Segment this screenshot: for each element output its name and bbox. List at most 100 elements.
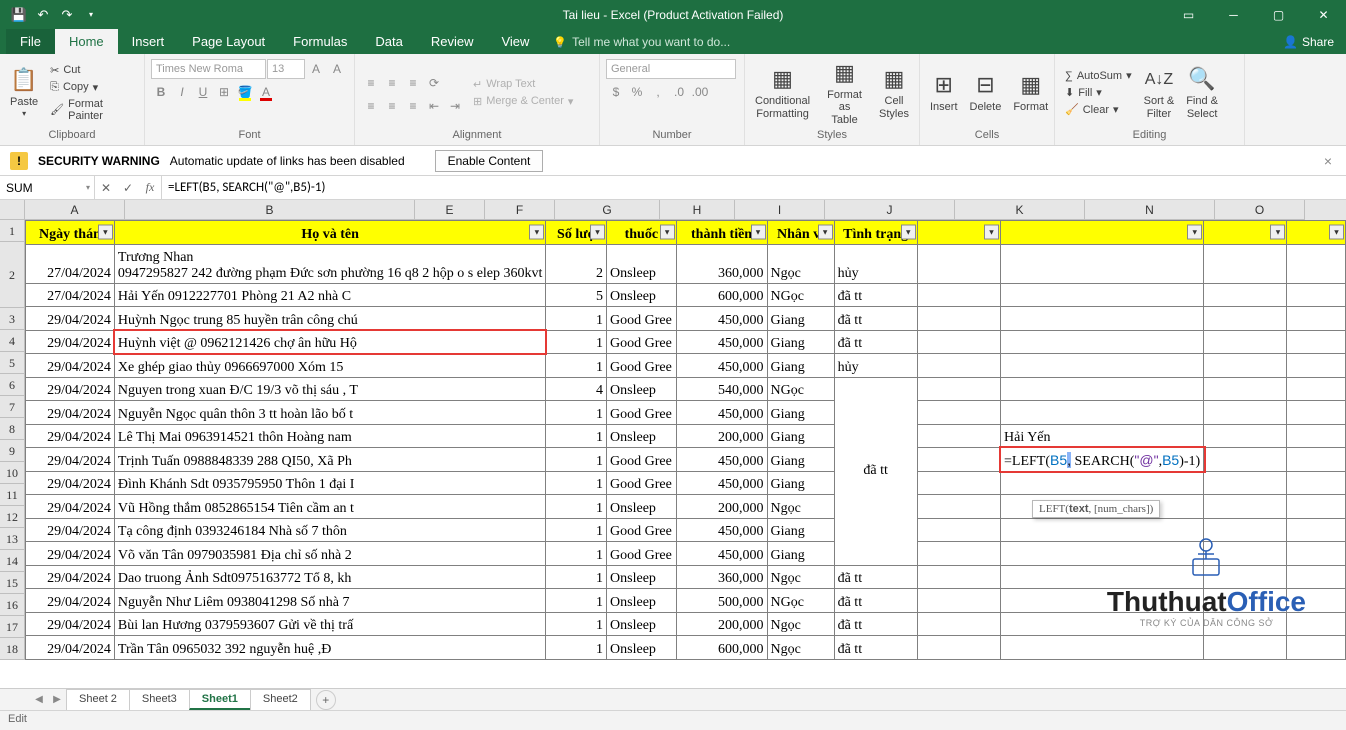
cancel-formula-icon[interactable]: ✕ xyxy=(95,181,117,195)
clear-button[interactable]: 🧹 Clear ▾ xyxy=(1061,101,1136,118)
cell[interactable]: Huỳnh việt @ 0962121426 chợ ân hữu Hộ xyxy=(114,330,546,354)
cell[interactable] xyxy=(1287,448,1346,472)
name-box[interactable]: SUM xyxy=(0,176,95,199)
cell[interactable]: Good Gree xyxy=(607,542,677,566)
cell[interactable]: đã tt xyxy=(834,612,917,636)
row-header[interactable]: 9 xyxy=(0,440,25,462)
cell[interactable] xyxy=(917,495,1000,519)
col-header[interactable]: A xyxy=(25,200,125,220)
cell[interactable]: đã tt xyxy=(834,565,917,589)
cell[interactable] xyxy=(1204,636,1287,660)
formula-bar[interactable]: =LEFT(B5, SEARCH("@",B5)-1) xyxy=(162,176,1346,199)
cell[interactable]: 1 xyxy=(546,495,607,519)
decrease-decimal-icon[interactable]: .00 xyxy=(690,82,710,102)
table-header[interactable]: ▾ xyxy=(1204,221,1287,245)
cell[interactable]: đã tt xyxy=(834,283,917,307)
cell[interactable] xyxy=(1204,377,1287,401)
cell[interactable]: Ngọc xyxy=(767,495,834,519)
cell[interactable] xyxy=(1287,565,1346,589)
cell[interactable]: Onsleep xyxy=(607,495,677,519)
cell[interactable]: 450,000 xyxy=(676,518,767,542)
cell[interactable]: Good Gree xyxy=(607,471,677,495)
cell[interactable]: 1 xyxy=(546,565,607,589)
ribbon-options-icon[interactable]: ▭ xyxy=(1166,0,1211,29)
cell[interactable]: 450,000 xyxy=(676,307,767,331)
filter-icon[interactable]: ▾ xyxy=(98,225,113,240)
align-center-icon[interactable]: ≡ xyxy=(382,96,402,116)
row-header[interactable]: 4 xyxy=(0,330,25,352)
cell[interactable]: 450,000 xyxy=(676,542,767,566)
col-header[interactable]: K xyxy=(955,200,1085,220)
cell[interactable]: Hải Yến xyxy=(1001,424,1204,448)
cell[interactable]: Giang xyxy=(767,354,834,378)
spreadsheet-grid[interactable]: ABEFGHIJKNO 123456789101112131415161718 … xyxy=(0,200,1346,688)
table-header[interactable]: ▾ xyxy=(1287,221,1346,245)
cell[interactable] xyxy=(1001,401,1204,425)
col-header[interactable]: J xyxy=(825,200,955,220)
row-header[interactable]: 11 xyxy=(0,484,25,506)
insert-cells-button[interactable]: ⊞Insert xyxy=(926,56,962,129)
col-header[interactable]: N xyxy=(1085,200,1215,220)
cell[interactable] xyxy=(1001,330,1204,354)
cell[interactable]: =LEFT(B5, SEARCH("@",B5)-1) xyxy=(1001,448,1204,472)
cell[interactable] xyxy=(1287,518,1346,542)
cell[interactable] xyxy=(1287,424,1346,448)
row-header[interactable]: 15 xyxy=(0,572,25,594)
cell[interactable]: 1 xyxy=(546,518,607,542)
next-sheet-icon[interactable]: ▶ xyxy=(48,694,66,705)
cell[interactable]: 29/04/2024 xyxy=(26,401,115,425)
cell[interactable] xyxy=(917,448,1000,472)
cell[interactable]: 27/04/2024 xyxy=(26,283,115,307)
filter-icon[interactable]: ▾ xyxy=(1270,225,1285,240)
cell[interactable]: 29/04/2024 xyxy=(26,518,115,542)
cell[interactable]: hủy xyxy=(834,244,917,283)
row-header[interactable]: 16 xyxy=(0,594,25,616)
decrease-indent-icon[interactable]: ⇤ xyxy=(424,96,444,116)
delete-cells-button[interactable]: ⊟Delete xyxy=(966,56,1006,129)
tab-insert[interactable]: Insert xyxy=(118,29,179,54)
filter-icon[interactable]: ▾ xyxy=(1329,225,1344,240)
cell[interactable] xyxy=(917,612,1000,636)
cell[interactable]: 1 xyxy=(546,330,607,354)
cell[interactable]: Đình Khánh Sdt 0935795950 Thôn 1 đại I xyxy=(114,471,546,495)
col-header[interactable]: I xyxy=(735,200,825,220)
cell[interactable]: Nguyễn Ngọc quân thôn 3 tt hoàn lão bố t xyxy=(114,401,546,425)
tab-page-layout[interactable]: Page Layout xyxy=(178,29,279,54)
cell[interactable]: 500,000 xyxy=(676,589,767,613)
cell[interactable]: 1 xyxy=(546,471,607,495)
conditional-formatting-button[interactable]: ▦Conditional Formatting xyxy=(751,56,814,129)
tab-review[interactable]: Review xyxy=(417,29,488,54)
cell[interactable] xyxy=(1204,542,1287,566)
cell[interactable] xyxy=(1204,244,1287,283)
cell[interactable]: 1 xyxy=(546,612,607,636)
align-right-icon[interactable]: ≡ xyxy=(403,96,423,116)
cell[interactable]: Vũ Hồng thắm 0852865154 Tiên cầm an t xyxy=(114,495,546,519)
filter-icon[interactable]: ▾ xyxy=(984,225,999,240)
sort-filter-button[interactable]: A↓ZSort & Filter xyxy=(1140,56,1179,129)
cell[interactable] xyxy=(917,354,1000,378)
row-header[interactable]: 3 xyxy=(0,308,25,330)
filter-icon[interactable]: ▾ xyxy=(751,225,766,240)
cell[interactable] xyxy=(917,401,1000,425)
col-header[interactable]: F xyxy=(485,200,555,220)
row-header[interactable]: 12 xyxy=(0,506,25,528)
cut-button[interactable]: ✂ Cut xyxy=(46,62,138,79)
close-warning-icon[interactable]: × xyxy=(1324,153,1336,169)
maximize-icon[interactable]: ▢ xyxy=(1256,0,1301,29)
underline-button[interactable]: U xyxy=(193,82,213,102)
cell[interactable]: Good Gree xyxy=(607,307,677,331)
cell[interactable]: 540,000 xyxy=(676,377,767,401)
col-header[interactable]: H xyxy=(660,200,735,220)
cell[interactable]: Bùi lan Hương 0379593607 Gửi về thị trấ xyxy=(114,612,546,636)
prev-sheet-icon[interactable]: ◀ xyxy=(30,694,48,705)
cell-styles-button[interactable]: ▦Cell Styles xyxy=(875,56,913,129)
cell[interactable]: Onsleep xyxy=(607,377,677,401)
cell[interactable] xyxy=(1204,354,1287,378)
sheet-tab[interactable]: Sheet3 xyxy=(129,689,190,710)
row-header[interactable]: 8 xyxy=(0,418,25,440)
increase-font-icon[interactable]: A xyxy=(306,59,326,79)
cell[interactable] xyxy=(1287,471,1346,495)
cell[interactable] xyxy=(1287,307,1346,331)
cell[interactable]: 450,000 xyxy=(676,330,767,354)
cell[interactable]: NGọc xyxy=(767,589,834,613)
